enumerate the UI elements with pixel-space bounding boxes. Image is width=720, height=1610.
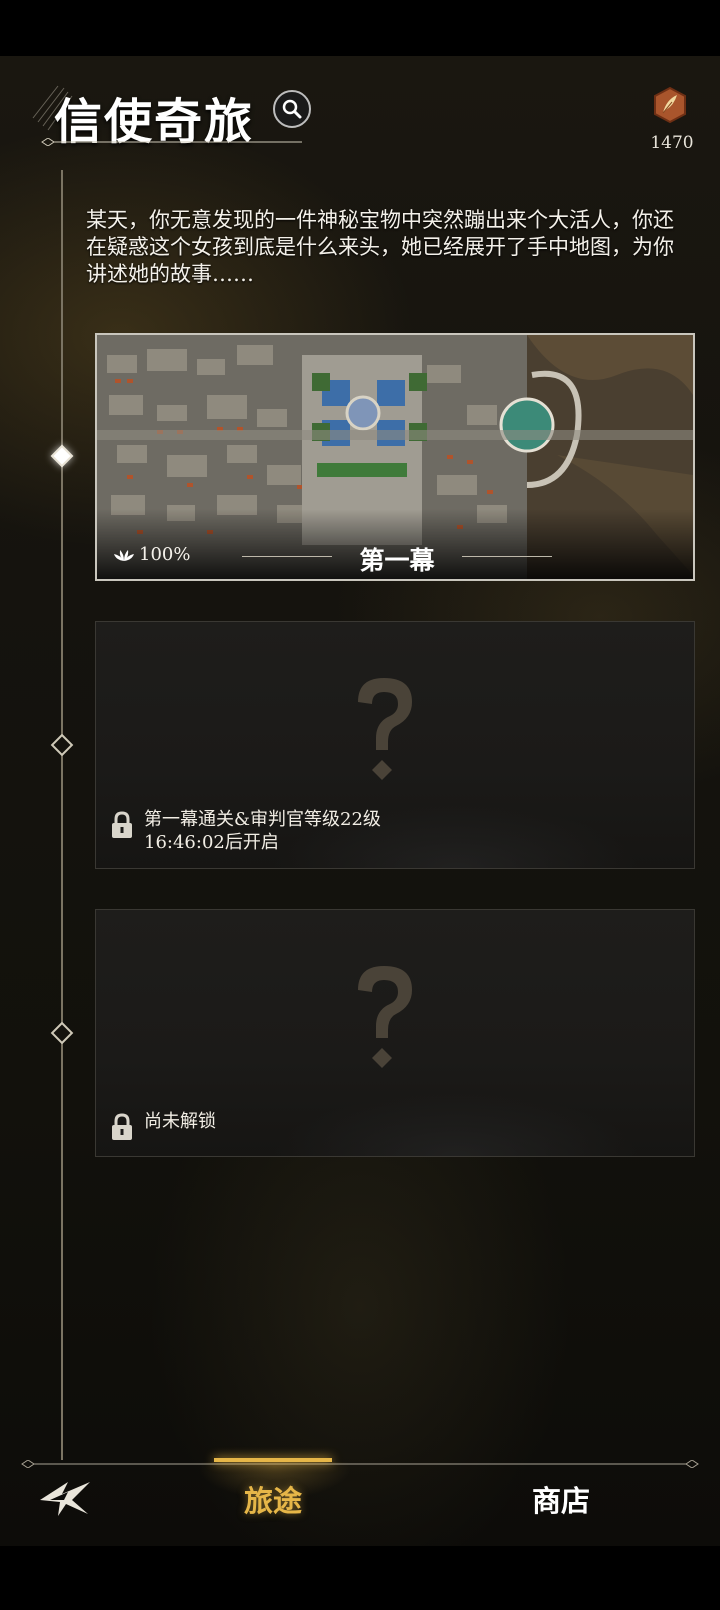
act-1-progress-text: 100% (139, 544, 191, 565)
act-card-1[interactable]: 100% 第一幕 (95, 333, 695, 581)
lock-icon (112, 811, 132, 838)
system-nav-bar (0, 1546, 720, 1610)
lotus-icon (114, 549, 134, 561)
status-bar (0, 0, 720, 56)
feather-badge-icon[interactable] (652, 86, 688, 124)
act-3-lock-status: 尚未解锁 (144, 1111, 216, 1132)
lock-icon (112, 1113, 132, 1140)
title-underline (41, 138, 302, 146)
act-2-lock-info: 第一幕通关&审判官等级22级 16:46:02后开启 (110, 808, 381, 854)
act-2-unlock-condition: 第一幕通关&审判官等级22级 (144, 809, 381, 830)
act-1-title: 第一幕 (359, 546, 435, 575)
emblem-icon[interactable] (38, 1478, 92, 1518)
tab-journey[interactable]: 旅途 (244, 1478, 302, 1520)
act-2-unlock-timer: 16:46:02后开启 (144, 832, 279, 853)
intro-text: 某天，你无意发现的一件神秘宝物中突然蹦出来个大活人，你还在疑惑这个女孩到底是什么… (86, 208, 674, 286)
timeline-line (61, 170, 63, 1460)
act-1-progress: 100% (113, 544, 190, 565)
act-card-2[interactable]: 第一幕通关&审判官等级22级 16:46:02后开启 (95, 621, 695, 869)
currency-value: 1470 (650, 133, 694, 153)
act-1-title-wrap: 第一幕 (242, 541, 552, 575)
act-3-lock-info: 尚未解锁 (110, 1110, 216, 1142)
tab-shop[interactable]: 商店 (532, 1478, 590, 1520)
question-mark-icon (358, 966, 412, 1068)
search-button[interactable] (273, 90, 311, 128)
question-mark-icon (358, 678, 412, 780)
act-card-3[interactable]: 尚未解锁 (95, 909, 695, 1157)
nav-active-indicator (214, 1458, 332, 1462)
search-icon (282, 99, 302, 119)
